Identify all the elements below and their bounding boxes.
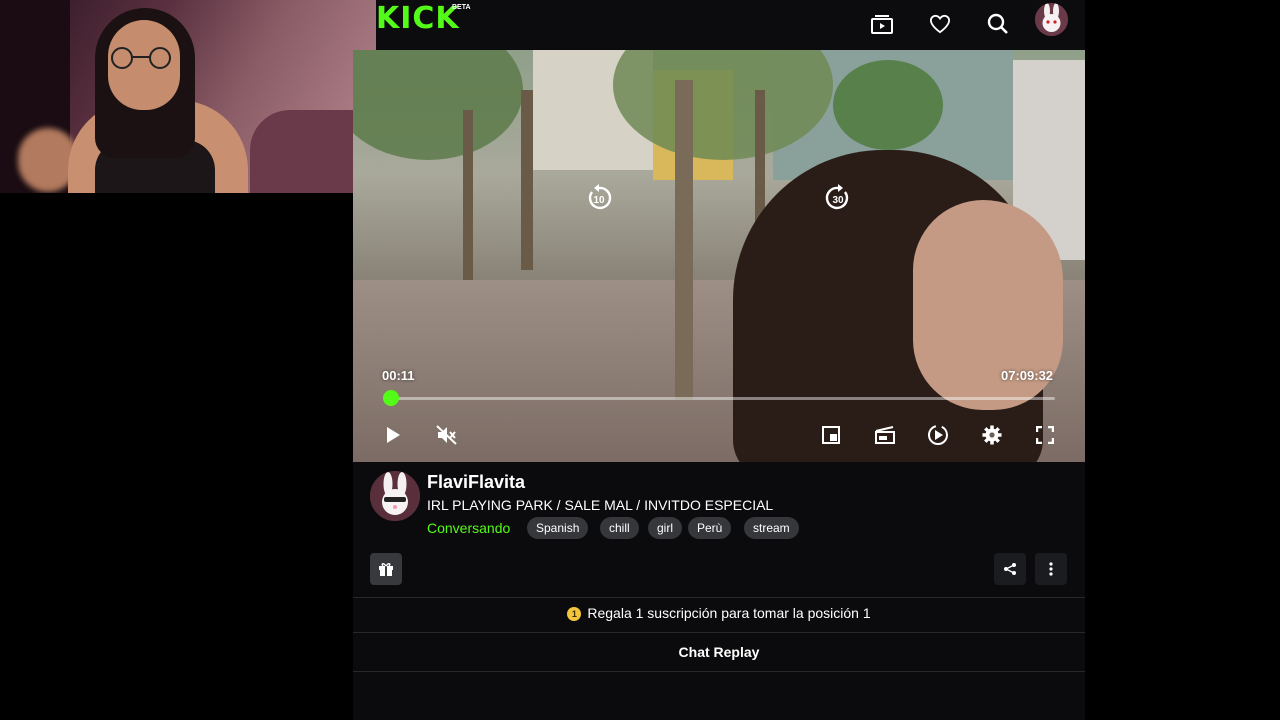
video-player[interactable]: 10 30 00:11 07:09:32: [353, 50, 1085, 462]
divider: [353, 632, 1085, 633]
stream-title: IRL PLAYING PARK / SALE MAL / INVITDO ES…: [427, 497, 774, 513]
webcam-overlay: [0, 0, 376, 193]
gift-sub-button[interactable]: [370, 553, 402, 585]
skip-back-label: 10: [593, 194, 605, 206]
channel-name[interactable]: FlaviFlavita: [427, 472, 525, 493]
divider: [353, 671, 1085, 672]
channel-avatar[interactable]: [370, 471, 420, 521]
gift-promo[interactable]: 1 Regala 1 suscripción para tomar la posi…: [353, 605, 1085, 621]
rank-badge-icon: 1: [567, 607, 582, 621]
mini-player-icon[interactable]: [818, 422, 844, 448]
skip-back-button[interactable]: 10: [584, 183, 614, 213]
channel-info-panel: FlaviFlavita IRL PLAYING PARK / SALE MAL…: [353, 462, 1085, 720]
fullscreen-icon[interactable]: [1032, 422, 1058, 448]
share-icon: [1004, 563, 1016, 575]
scene-tree-trunk: [463, 110, 473, 280]
seek-bar[interactable]: [391, 397, 1055, 400]
webcam-glasses: [111, 47, 171, 69]
beta-label: BETA: [452, 4, 471, 11]
search-icon[interactable]: [983, 9, 1013, 39]
more-vertical-icon: [1049, 562, 1053, 576]
playback-speed-icon[interactable]: [925, 422, 951, 448]
skip-forward-label: 30: [832, 194, 844, 206]
tag-chip[interactable]: stream: [744, 517, 799, 539]
scene-foliage: [833, 60, 943, 150]
user-avatar[interactable]: [1035, 3, 1068, 36]
current-time: 00:11: [382, 368, 415, 383]
clips-icon[interactable]: [867, 9, 897, 39]
stream-category[interactable]: Conversando: [427, 520, 510, 536]
scene-tree-trunk: [521, 90, 533, 270]
gift-promo-text: Regala 1 suscripción para tomar la posic…: [587, 605, 871, 621]
tag-chip[interactable]: Perù: [688, 517, 732, 539]
theater-mode-icon[interactable]: [872, 422, 898, 448]
mute-icon[interactable]: [434, 422, 460, 448]
heart-icon[interactable]: [925, 9, 955, 39]
settings-gear-icon[interactable]: [979, 422, 1005, 448]
duration: 07:09:32: [1001, 368, 1054, 383]
scene-foliage: [353, 50, 523, 160]
top-header: KICK BETA: [376, 0, 1085, 50]
kick-logo[interactable]: KICK: [376, 2, 460, 36]
chat-replay-header: Chat Replay: [678, 644, 760, 660]
gift-icon: [379, 563, 393, 576]
tag-chip[interactable]: Spanish: [527, 517, 589, 539]
play-button[interactable]: [380, 422, 406, 448]
scene-tree-trunk: [675, 80, 693, 400]
skip-forward-button[interactable]: 30: [823, 183, 853, 213]
share-button[interactable]: [994, 553, 1026, 585]
divider: [353, 597, 1085, 598]
tag-chip[interactable]: girl: [648, 517, 683, 539]
tag-chip[interactable]: chill: [600, 517, 639, 539]
more-options-button[interactable]: [1035, 553, 1067, 585]
